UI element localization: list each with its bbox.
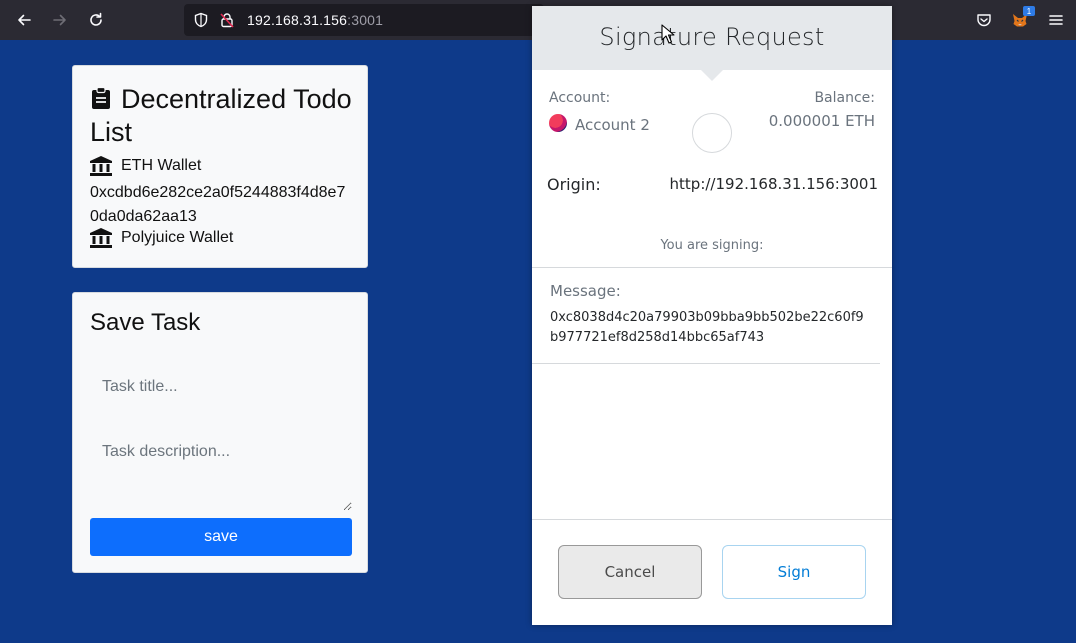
forward-button[interactable] (48, 8, 72, 32)
sign-button[interactable]: Sign (722, 545, 866, 599)
task-title-input[interactable] (90, 359, 352, 415)
origin-value: http://192.168.31.156:3001 (669, 175, 878, 193)
polyjuice-wallet-row: Polyjuice Wallet (90, 228, 233, 248)
eth-wallet-row: ETH Wallet (90, 156, 201, 176)
origin-favicon-circle (692, 113, 732, 153)
cancel-button[interactable]: Cancel (558, 545, 702, 599)
extension-badge: 1 (1023, 6, 1035, 16)
task-description-input[interactable] (90, 429, 352, 511)
eth-wallet-label: ETH Wallet (121, 157, 202, 174)
account-avatar (549, 114, 567, 132)
message-label: Message: (550, 282, 621, 300)
eth-address: 0xcdbd6e282ce2a0f5244883f4d8e70da0da62aa… (90, 184, 346, 225)
save-task-title: Save Task (90, 309, 201, 336)
header-notch (700, 69, 724, 81)
signature-request-popup: Signature Request Account: Account 2 Bal… (532, 6, 892, 625)
balance-value: 0.000001 ETH (768, 112, 875, 130)
todo-info-card: Decentralized Todo List ETH Wallet 0xcdb… (72, 65, 368, 268)
hamburger-menu-icon (1049, 15, 1063, 25)
mouse-cursor-icon (661, 24, 675, 44)
save-task-card: Save Task save (72, 292, 368, 573)
reload-button[interactable] (84, 8, 108, 32)
balance-label: Balance: (814, 90, 875, 106)
page-title-text: Decentralized Todo List (90, 84, 352, 147)
pocket-button[interactable] (973, 9, 995, 31)
account-name: Account 2 (575, 116, 650, 134)
account-label: Account: (549, 90, 611, 106)
popup-header: Signature Request (532, 6, 892, 70)
divider (532, 267, 892, 268)
bank-icon (90, 156, 112, 176)
insecure-lock-icon[interactable] (219, 12, 235, 28)
pocket-icon (977, 14, 991, 27)
origin-label: Origin: (547, 175, 601, 194)
arrow-left-icon (18, 14, 31, 26)
shield-icon (194, 12, 208, 28)
back-button[interactable] (12, 8, 36, 32)
metamask-extension-button[interactable]: 1 (1009, 6, 1035, 31)
signing-notice: You are signing: (660, 238, 764, 253)
bank-icon (90, 228, 112, 248)
message-value: 0xc8038d4c20a79903b09bba9bb502be22c60f9b… (550, 310, 864, 345)
save-button[interactable]: save (90, 518, 352, 556)
arrow-right-icon (53, 14, 66, 26)
url-bar[interactable]: 192.168.31.156:3001 (184, 4, 544, 36)
reload-icon (90, 12, 102, 26)
divider (532, 363, 880, 364)
divider (532, 519, 892, 520)
polyjuice-wallet-label: Polyjuice Wallet (121, 229, 234, 246)
url-text: 192.168.31.156:3001 (247, 12, 384, 28)
app-menu-button[interactable] (1045, 9, 1067, 31)
popup-title: Signature Request (599, 23, 825, 51)
